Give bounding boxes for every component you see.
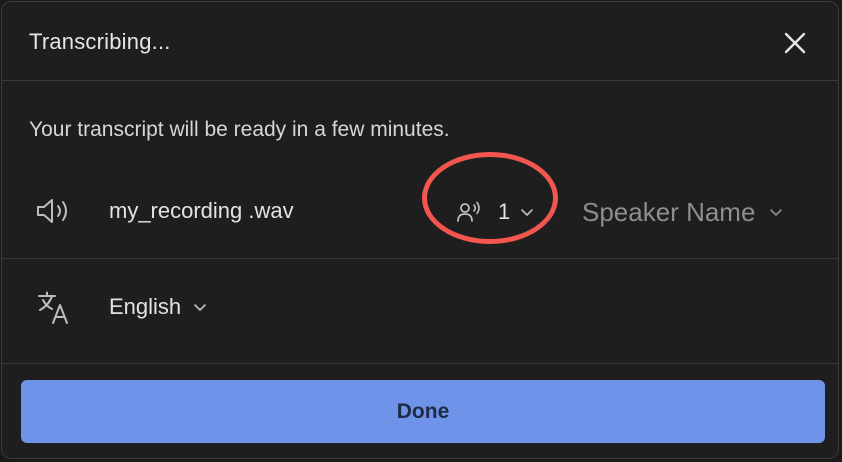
translate-icon — [37, 291, 71, 325]
done-label: Done — [396, 399, 450, 423]
dialog-header: Transcribing... — [2, 2, 838, 81]
speaker-count-dropdown[interactable]: 1 — [456, 194, 534, 230]
done-button[interactable]: Done — [21, 380, 825, 443]
chevron-down-icon — [770, 209, 783, 216]
speaker-icon — [35, 196, 71, 226]
speaker-name-dropdown[interactable]: Speaker Name — [582, 194, 783, 230]
close-icon — [784, 32, 806, 54]
dialog-title: Transcribing... — [29, 29, 171, 54]
transcribing-dialog: Transcribing... Your transcript will be … — [1, 1, 839, 459]
close-button[interactable] — [782, 30, 808, 56]
people-voice-icon — [457, 201, 480, 222]
language-dropdown[interactable]: English — [109, 289, 207, 325]
file-name: my_recording .wav — [109, 198, 294, 223]
speaker-name-label: Speaker Name — [582, 196, 756, 227]
chevron-down-icon — [194, 304, 206, 311]
file-row: my_recording .wav 1 Speaker Name — [2, 172, 838, 259]
speaker-count-value: 1 — [498, 199, 511, 224]
language-row: English — [2, 259, 838, 364]
status-message: Your transcript will be ready in a few m… — [29, 118, 450, 141]
chevron-down-icon — [521, 209, 534, 216]
language-value: English — [109, 294, 182, 319]
